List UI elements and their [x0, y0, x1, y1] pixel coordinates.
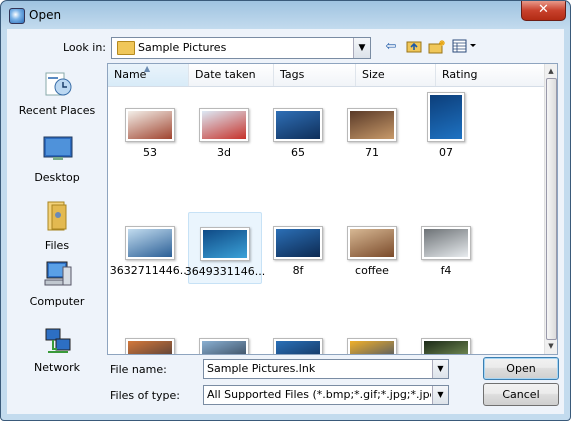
file-tile[interactable]: 8f [262, 212, 334, 282]
vertical-scrollbar[interactable]: ▲ ▼ [544, 64, 557, 354]
thumbnail-image [273, 338, 323, 354]
back-arrow-icon[interactable]: ⇦ [383, 39, 399, 55]
thumbnail-image [273, 108, 323, 142]
thumbnail-image [347, 338, 397, 354]
open-button[interactable]: Open [483, 357, 559, 380]
look-in-value: Sample Pictures [138, 41, 227, 54]
computer-icon [43, 259, 73, 287]
place-label: Files [44, 239, 70, 252]
folder-icon [117, 41, 135, 55]
file-tile[interactable]: 71 [336, 94, 408, 164]
place-label: Desktop [34, 171, 80, 184]
place-desktop[interactable]: Desktop [7, 135, 107, 187]
place-files[interactable]: Files [7, 199, 107, 255]
network-icon [43, 327, 73, 355]
recent-places-icon [43, 69, 73, 97]
open-dialog: Open ✕ Look in: Sample Pictures ▼ ⇦ Rece… [0, 0, 571, 421]
window-title: Open [29, 8, 62, 22]
place-label: Computer [29, 295, 85, 308]
thumbnail-image [427, 92, 465, 142]
column-tags[interactable]: Tags [274, 64, 356, 86]
file-type-label: Files of type: [110, 389, 181, 402]
scroll-up-icon[interactable]: ▲ [545, 65, 557, 77]
views-menu-icon[interactable] [452, 39, 478, 55]
file-name-caption: 07 [439, 146, 453, 159]
desktop-icon [43, 135, 73, 163]
place-network[interactable]: Network [7, 327, 107, 375]
place-label: Recent Places [18, 104, 96, 117]
thumbnail-image [273, 226, 323, 260]
file-tile[interactable]: 07 [410, 92, 482, 164]
file-tile[interactable]: image 04 [336, 324, 408, 354]
title-bar[interactable]: Open ✕ [1, 1, 570, 29]
app-icon [9, 8, 25, 24]
chevron-down-icon[interactable]: ▼ [353, 38, 370, 58]
file-type-value: All Supported Files (*.bmp;*.gif;*.jpg;*… [207, 388, 431, 401]
thumbnail-image [125, 338, 175, 354]
file-tile[interactable]: 3d [188, 94, 260, 164]
cancel-button[interactable]: Cancel [483, 383, 559, 406]
file-list[interactable]: ▲ Name Date taken Tags Size Rating 53 3d 6… [107, 63, 558, 355]
file-tile[interactable]: 3632711446... [110, 212, 190, 282]
file-tile[interactable]: coffee [336, 212, 408, 282]
chevron-down-icon[interactable]: ▼ [432, 386, 448, 404]
close-button[interactable]: ✕ [521, 1, 566, 21]
column-name[interactable]: ▲ Name [108, 64, 189, 86]
file-type-select[interactable]: All Supported Files (*.bmp;*.gif;*.jpg;*… [203, 385, 449, 405]
file-tile[interactable]: 65 [262, 94, 334, 164]
file-name-caption: f4 [440, 264, 452, 277]
place-computer[interactable]: Computer [7, 259, 107, 311]
thumbnail-image [421, 226, 471, 260]
look-in-label: Look in: [63, 41, 106, 54]
file-name-caption: 3632711446... [109, 264, 191, 277]
file-name-caption: 53 [143, 146, 157, 159]
places-bar: Recent Places Desktop Files Computer Net… [7, 65, 107, 374]
chevron-down-icon[interactable]: ▼ [432, 360, 448, 378]
new-folder-icon[interactable] [428, 39, 446, 55]
file-name-value: Sample Pictures.lnk [207, 362, 316, 375]
thumbnail-image [125, 226, 175, 260]
file-name-caption: 8f [292, 264, 304, 277]
place-label: Network [34, 361, 80, 374]
column-label: Size [362, 68, 385, 81]
file-name-caption: 3649331146... [184, 265, 266, 278]
column-header-row: ▲ Name Date taken Tags Size Rating [108, 64, 545, 87]
thumbnail-image [421, 338, 471, 354]
file-tile[interactable]: f4 [410, 212, 482, 282]
file-tile[interactable]: IMG 0206 [410, 324, 482, 354]
file-name-label: File name: [110, 363, 167, 376]
file-name-caption: coffee [355, 264, 389, 277]
column-date-taken[interactable]: Date taken [189, 64, 274, 86]
file-tile[interactable]: image 02 [188, 324, 260, 354]
file-name-field[interactable]: Sample Pictures.lnk ▼ [203, 359, 449, 379]
look-in-dropdown[interactable]: Sample Pictures ▼ [111, 37, 371, 59]
thumbnail-image [200, 227, 250, 261]
file-name-caption: 71 [365, 146, 379, 159]
dialog-body: Look in: Sample Pictures ▼ ⇦ Recent Plac… [7, 29, 564, 414]
file-name-caption: 3d [217, 146, 231, 159]
scrollbar-thumb[interactable] [546, 78, 557, 340]
column-label: Name [114, 68, 147, 81]
thumbnail-image [347, 108, 397, 142]
place-recent-places[interactable]: Recent Places [7, 69, 107, 121]
scroll-down-icon[interactable]: ▼ [545, 340, 557, 352]
thumbnail-image [199, 108, 249, 142]
file-tile[interactable]: image 03 [262, 324, 334, 354]
thumbnail-image [125, 108, 175, 142]
up-folder-icon[interactable] [405, 39, 423, 55]
thumbnail-image [199, 338, 249, 354]
column-size[interactable]: Size [356, 64, 436, 86]
column-rating[interactable]: Rating [436, 64, 545, 86]
file-name-caption: 65 [291, 146, 305, 159]
file-tile[interactable]: image 01 [114, 324, 186, 354]
thumbnail-image [347, 226, 397, 260]
file-tile[interactable]: 3649331146... [185, 212, 265, 284]
file-tile[interactable]: 53 [114, 94, 186, 164]
column-label: Date taken [195, 68, 256, 81]
files-icon [43, 199, 73, 233]
column-label: Tags [280, 68, 305, 81]
column-label: Rating [442, 68, 478, 81]
sort-ascending-icon: ▲ [144, 64, 151, 73]
